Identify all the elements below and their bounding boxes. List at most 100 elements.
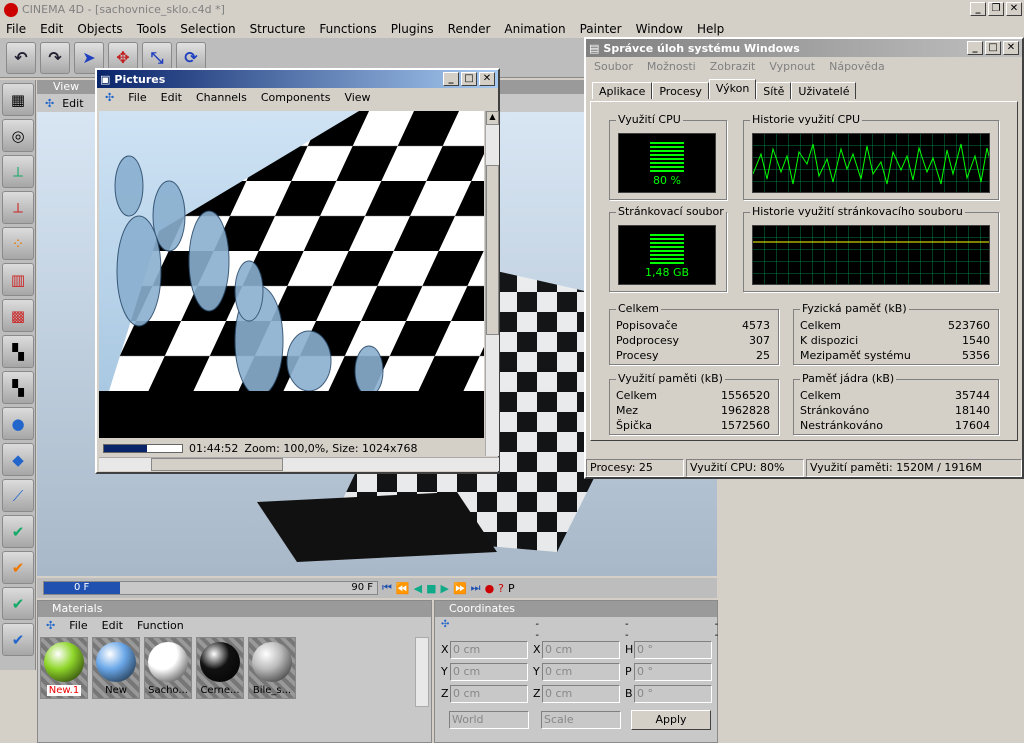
menu-painter[interactable]: Painter: [580, 22, 622, 36]
play-icon[interactable]: ▶: [440, 582, 448, 595]
material-swatch[interactable]: Cerne...: [196, 637, 244, 699]
timeline-slider[interactable]: 0 F 90 F: [43, 581, 378, 595]
world-select[interactable]: World: [449, 711, 529, 729]
redo-icon[interactable]: ↷: [40, 41, 70, 74]
taskman-menu-item[interactable]: Možnosti: [647, 60, 696, 73]
materials-menu-function[interactable]: Function: [137, 619, 184, 632]
close-icon[interactable]: ✕: [479, 72, 495, 86]
render-active-icon[interactable]: ✔: [2, 551, 34, 584]
menu-animation[interactable]: Animation: [504, 22, 565, 36]
tab-uživatelé[interactable]: Uživatelé: [791, 82, 857, 99]
stop-icon[interactable]: ■: [426, 582, 436, 595]
minimize-icon[interactable]: _: [967, 41, 983, 55]
menu-window[interactable]: Window: [636, 22, 683, 36]
edges-icon[interactable]: ▥: [2, 263, 34, 296]
texture-axis-icon[interactable]: ▚: [2, 371, 34, 404]
materials-pin-icon[interactable]: ✣: [46, 619, 55, 632]
timeline-current-frame[interactable]: 0 F: [44, 582, 120, 594]
bone-icon[interactable]: ⟋: [2, 479, 34, 512]
render-view-icon[interactable]: ✔: [2, 587, 34, 620]
coord-field[interactable]: 0 °: [634, 663, 712, 681]
coord-field[interactable]: 0 cm: [450, 663, 528, 681]
close-icon[interactable]: ✕: [1006, 2, 1022, 16]
menu-structure[interactable]: Structure: [250, 22, 306, 36]
minimize-icon[interactable]: _: [970, 2, 986, 16]
materials-menu-edit[interactable]: Edit: [102, 619, 123, 632]
taskman-menu-item[interactable]: Zobrazit: [710, 60, 756, 73]
coord-field[interactable]: 0 cm: [542, 641, 620, 659]
metric-value: 25: [756, 349, 770, 362]
scale-select[interactable]: Scale: [541, 711, 621, 729]
material-preview-icon: [252, 642, 292, 682]
taskman-menu-item[interactable]: Nápověda: [829, 60, 885, 73]
record-icon[interactable]: ●: [485, 582, 495, 595]
pictures-menu-channels[interactable]: Channels: [196, 91, 247, 104]
tab-procesy[interactable]: Procesy: [652, 82, 709, 99]
menu-functions[interactable]: Functions: [319, 22, 376, 36]
object-axis-icon[interactable]: ⟂: [2, 191, 34, 224]
minimize-icon[interactable]: _: [443, 72, 459, 86]
menu-plugins[interactable]: Plugins: [391, 22, 434, 36]
viewport-layout-icon[interactable]: ▦: [2, 83, 34, 116]
material-swatch[interactable]: New: [92, 637, 140, 699]
close-icon[interactable]: ✕: [1003, 41, 1019, 55]
material-swatch[interactable]: Sacho...: [144, 637, 192, 699]
coord-field[interactable]: 0 °: [634, 641, 712, 659]
texture-icon[interactable]: ▚: [2, 335, 34, 368]
restore-icon[interactable]: ❐: [988, 2, 1004, 16]
maximize-icon[interactable]: □: [461, 72, 477, 86]
plane-icon[interactable]: ◆: [2, 443, 34, 476]
pictures-window: ▣ Pictures _ □ ✕ ✣ File Edit Channels Compo…: [95, 68, 500, 474]
render-picture-icon[interactable]: ✔: [2, 623, 34, 656]
viewport-menu-edit[interactable]: Edit: [62, 97, 83, 110]
axis-icon[interactable]: ⟂: [2, 155, 34, 188]
primitive-icon[interactable]: ●: [2, 407, 34, 440]
material-swatch[interactable]: Bile_s...: [248, 637, 296, 699]
undo-icon[interactable]: ↶: [6, 41, 36, 74]
menu-tools[interactable]: Tools: [137, 22, 167, 36]
prev-key-icon[interactable]: ⏪: [396, 582, 410, 595]
pictures-vscroll[interactable]: ▲: [485, 111, 499, 456]
pagefile-history-label: Historie využití stránkovacího souboru: [750, 205, 965, 218]
coord-field[interactable]: 0 cm: [542, 663, 620, 681]
help-icon[interactable]: ?: [498, 582, 504, 595]
points-icon[interactable]: ⁘: [2, 227, 34, 260]
pictures-pin-icon[interactable]: ✣: [105, 91, 114, 104]
tab-výkon[interactable]: Výkon: [708, 79, 757, 99]
coord-field[interactable]: 0 °: [634, 685, 712, 703]
menu-render[interactable]: Render: [448, 22, 491, 36]
next-key-icon[interactable]: ⏩: [453, 582, 467, 595]
coord-field[interactable]: 0 cm: [542, 685, 620, 703]
menu-edit[interactable]: Edit: [40, 22, 63, 36]
play-back-icon[interactable]: ◀: [414, 582, 422, 595]
apply-button[interactable]: Apply: [631, 710, 711, 730]
materials-vscroll[interactable]: [415, 637, 429, 707]
menu-objects[interactable]: Objects: [77, 22, 122, 36]
key-icon[interactable]: P: [508, 582, 515, 595]
menu-file[interactable]: File: [6, 22, 26, 36]
coordinates-pin-icon[interactable]: ✣: [441, 619, 449, 641]
polygons-icon[interactable]: ▩: [2, 299, 34, 332]
render-region-icon[interactable]: ✔: [2, 515, 34, 548]
model-icon[interactable]: ◎: [2, 119, 34, 152]
maximize-icon[interactable]: □: [985, 41, 1001, 55]
pictures-menu-file[interactable]: File: [128, 91, 146, 104]
go-end-icon[interactable]: ⏭: [471, 581, 481, 595]
go-start-icon[interactable]: ⏮: [382, 581, 392, 595]
coord-field[interactable]: 0 cm: [450, 641, 528, 659]
menu-help[interactable]: Help: [697, 22, 724, 36]
taskman-menu-item[interactable]: Soubor: [594, 60, 633, 73]
pictures-menu-edit[interactable]: Edit: [161, 91, 182, 104]
materials-menu-file[interactable]: File: [69, 619, 87, 632]
tab-sítě[interactable]: Sítě: [756, 82, 792, 99]
pictures-hscroll[interactable]: [99, 457, 499, 471]
material-swatch[interactable]: New.1: [40, 637, 88, 699]
menu-selection[interactable]: Selection: [180, 22, 235, 36]
viewport-menu-icon[interactable]: ✣: [45, 97, 54, 110]
materials-panel: Materials ✣ File Edit Function New.1 New Sac…: [37, 600, 432, 743]
coord-field[interactable]: 0 cm: [450, 685, 528, 703]
pictures-menu-components[interactable]: Components: [261, 91, 331, 104]
pictures-menu-view[interactable]: View: [344, 91, 370, 104]
taskman-menu-item[interactable]: Vypnout: [769, 60, 815, 73]
tab-aplikace[interactable]: Aplikace: [592, 82, 653, 99]
